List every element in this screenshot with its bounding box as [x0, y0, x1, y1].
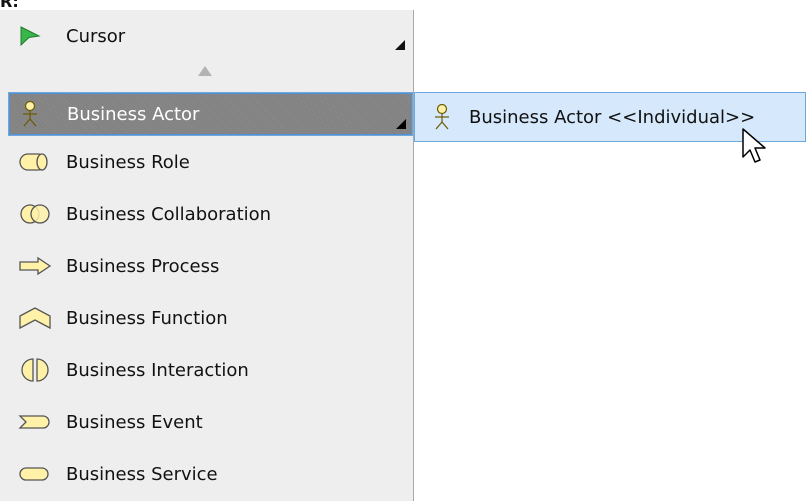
palette-item-business-interaction[interactable]: Business Interaction	[8, 352, 411, 388]
palette-item-label: Business Actor	[67, 103, 200, 125]
palette-item-business-function[interactable]: Business Function	[8, 300, 411, 336]
expand-corner-icon[interactable]	[396, 119, 406, 129]
palette-item-label: Business Process	[66, 255, 220, 277]
palette-item-business-actor[interactable]: Business Actor	[8, 92, 413, 136]
palette-item-business-service[interactable]: Business Service	[8, 456, 411, 492]
business-actor-icon	[19, 99, 57, 129]
palette-item-label: Business Collaboration	[66, 203, 272, 225]
submenu-item-label: Business Actor <<Individual>>	[469, 106, 756, 128]
palette-item-cursor[interactable]: Cursor	[8, 16, 411, 56]
mouse-pointer-icon	[741, 127, 771, 171]
business-event-icon	[18, 407, 56, 437]
palette-item-business-process[interactable]: Business Process	[8, 248, 411, 284]
palette-item-business-role[interactable]: Business Role	[8, 144, 411, 180]
cursor-arrow-icon	[18, 21, 56, 51]
business-actor-icon	[431, 103, 459, 131]
expand-corner-icon[interactable]	[395, 40, 405, 50]
palette-item-label: Business Function	[66, 307, 228, 329]
business-interaction-icon	[18, 355, 56, 385]
palette-item-label: Business Event	[66, 411, 203, 433]
business-collaboration-icon	[18, 199, 56, 229]
palette-item-label: Business Service	[66, 463, 218, 485]
business-function-icon	[18, 303, 56, 333]
palette-item-label: Business Interaction	[66, 359, 249, 381]
palette-item-business-collaboration[interactable]: Business Collaboration	[8, 196, 411, 232]
business-role-icon	[18, 147, 56, 177]
tool-palette: Cursor Business Actor Business Role Busi…	[0, 10, 414, 501]
scroll-up-arrow-icon[interactable]	[195, 64, 215, 78]
business-process-icon	[18, 251, 56, 281]
palette-item-label: Business Role	[66, 151, 190, 173]
top-strip: R:	[0, 0, 806, 11]
palette-item-label: Cursor	[66, 25, 126, 47]
business-service-icon	[18, 459, 56, 489]
palette-item-business-event[interactable]: Business Event	[8, 404, 411, 440]
